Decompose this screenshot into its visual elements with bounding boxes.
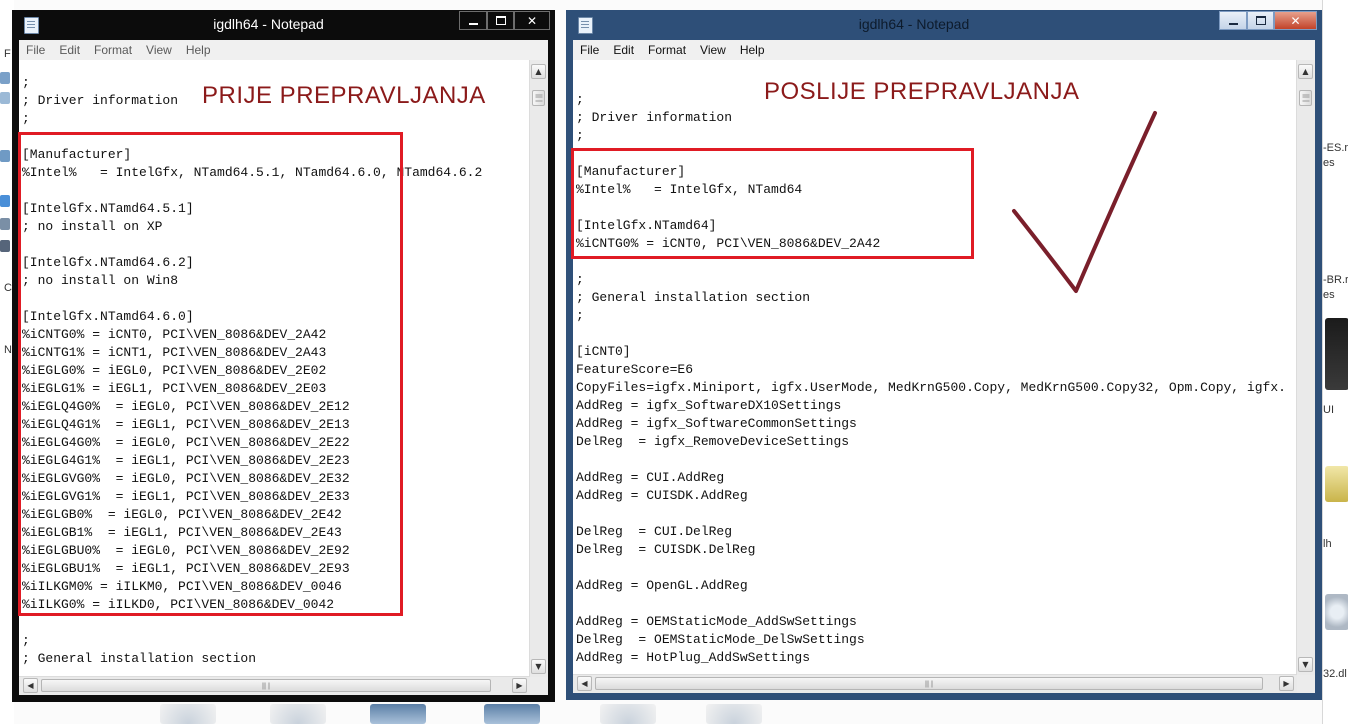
window-title: igdlh64 - Notepad [858,16,970,32]
horizontal-scrollbar[interactable]: ◀ ▶ [573,674,1297,693]
application-icon[interactable] [1325,318,1348,390]
menu-format[interactable]: Format [641,43,693,57]
video-icon [0,240,10,252]
settings-file-icon[interactable] [600,704,656,724]
file-label[interactable]: lh [1323,538,1332,550]
menu-edit[interactable]: Edit [52,43,87,57]
grip-icon [1302,94,1309,102]
arrow-up-icon: ▲ [535,67,542,76]
file-label[interactable]: 32.dl [1323,668,1347,680]
image-file-icon[interactable] [370,704,426,724]
grip-icon [262,682,270,689]
highlight-box-after [571,148,974,259]
scroll-right-button[interactable]: ▶ [1279,676,1294,691]
scroll-left-button[interactable]: ◀ [577,676,592,691]
file-label: es [1323,157,1335,169]
image-file-icon[interactable] [484,704,540,724]
close-icon: ✕ [1290,13,1301,28]
menu-bar: File Edit Format View Help [19,40,548,60]
left-strip-label: N [4,344,12,356]
menu-edit[interactable]: Edit [606,43,641,57]
minimize-button[interactable] [1219,11,1247,30]
settings-file-icon[interactable] [706,704,762,724]
file-label[interactable]: -BR.r [1323,274,1348,286]
checkmark-stroke [1012,111,1157,293]
menu-help[interactable]: Help [733,43,772,57]
arrow-down-icon: ▼ [1302,660,1309,669]
folder-icon [0,72,10,84]
file-label: es [1323,289,1335,301]
size-grip[interactable] [1297,675,1315,693]
arrow-right-icon: ▶ [516,681,523,690]
vertical-scrollbar[interactable]: ▲ ▼ [1296,60,1315,675]
horizontal-scroll-thumb[interactable] [595,677,1263,690]
vertical-scrollbar[interactable]: ▲ ▼ [529,60,548,677]
left-strip-label: C [4,282,12,294]
file-icon [0,218,10,230]
title-bar[interactable]: igdlh64 - Notepad ✕ [566,10,1322,40]
close-button[interactable]: ✕ [1274,11,1317,30]
menu-format[interactable]: Format [87,43,139,57]
settings-file-icon[interactable] [1325,594,1348,630]
close-icon: ✕ [526,13,538,28]
maximize-button[interactable] [1247,11,1274,30]
scroll-up-button[interactable]: ▲ [1298,64,1313,79]
scroll-thumb[interactable] [1299,90,1312,106]
right-desktop-strip: -ES.r es -BR.r es UI lh 32.dl [1322,0,1348,724]
music-icon [0,195,10,207]
maximize-icon [495,16,506,25]
scroll-left-button[interactable]: ◀ [23,678,38,693]
scroll-down-button[interactable]: ▼ [531,659,546,674]
settings-file-icon[interactable] [160,704,216,724]
horizontal-scrollbar[interactable]: ◀ ▶ [19,676,530,695]
highlight-box-before [18,132,403,616]
title-bar[interactable]: igdlh64 - Notepad ✕ [12,10,555,40]
arrow-left-icon: ◀ [581,679,588,688]
arrow-left-icon: ◀ [27,681,34,690]
scroll-thumb[interactable] [532,90,545,106]
menu-help[interactable]: Help [179,43,218,57]
arrow-up-icon: ▲ [1302,67,1309,76]
scroll-up-button[interactable]: ▲ [531,64,546,79]
horizontal-scroll-thumb[interactable] [41,679,491,692]
application-icon[interactable] [1325,466,1348,502]
annotation-before: PRIJE PREPRAVLJANJA [202,82,486,109]
file-icon [0,92,10,104]
menu-file[interactable]: File [19,43,52,57]
grip-icon [925,680,933,687]
file-label[interactable]: -ES.r [1323,142,1348,154]
menu-view[interactable]: View [139,43,179,57]
minimize-button[interactable] [459,11,487,30]
menu-file[interactable]: File [573,43,606,57]
left-strip-label: F [4,48,11,60]
notepad-window-after[interactable]: igdlh64 - Notepad ✕ File Edit Format Vie… [566,10,1322,700]
annotation-after: POSLIJE PREPRAVLJANJA [764,78,1080,105]
minimize-icon [1228,22,1238,25]
scroll-down-button[interactable]: ▼ [1298,657,1313,672]
maximize-button[interactable] [487,11,514,30]
checkmark-icon [1012,111,1157,293]
arrow-right-icon: ▶ [1283,679,1290,688]
size-grip[interactable] [530,677,548,695]
settings-file-icon[interactable] [270,704,326,724]
file-label[interactable]: UI [1323,404,1334,416]
menu-view[interactable]: View [693,43,733,57]
scroll-right-button[interactable]: ▶ [512,678,527,693]
maximize-icon [1255,16,1266,25]
file-icon [0,150,10,162]
arrow-down-icon: ▼ [535,662,542,671]
menu-bar: File Edit Format View Help [573,40,1315,60]
minimize-icon [468,22,478,25]
grip-icon [535,94,542,102]
close-button[interactable]: ✕ [514,11,550,30]
